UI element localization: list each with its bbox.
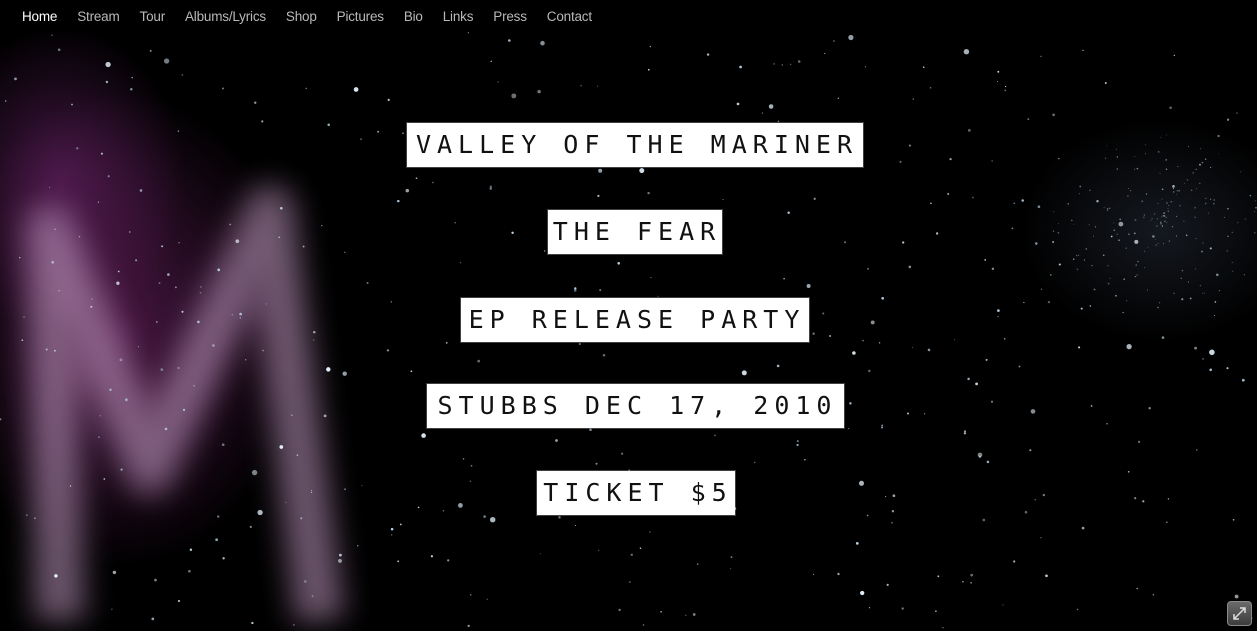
ticket-price-label: Ticket $5 (537, 471, 735, 515)
event-type-label: EP Release Party (461, 298, 809, 342)
event-banner: Valley of the Mariner The Fear EP Releas… (0, 0, 1257, 631)
main-nav: Home Stream Tour Albums/Lyrics Shop Pict… (0, 0, 1257, 32)
venue-date-label: Stubbs Dec 17, 2010 (427, 384, 844, 428)
nav-item-albums-lyrics[interactable]: Albums/Lyrics (175, 9, 276, 24)
nav-item-links[interactable]: Links (433, 9, 484, 24)
nav-item-home[interactable]: Home (12, 9, 67, 24)
expand-icon (1233, 607, 1246, 620)
nav-item-press[interactable]: Press (483, 9, 537, 24)
band-name-label: Valley of the Mariner (407, 123, 863, 167)
nav-item-contact[interactable]: Contact (537, 9, 602, 24)
nav-item-bio[interactable]: Bio (394, 9, 433, 24)
nav-item-pictures[interactable]: Pictures (327, 9, 394, 24)
nav-list: Home Stream Tour Albums/Lyrics Shop Pict… (0, 0, 1257, 32)
nav-item-stream[interactable]: Stream (67, 9, 129, 24)
fullscreen-button[interactable] (1227, 601, 1252, 626)
nav-item-tour[interactable]: Tour (130, 9, 175, 24)
ep-title-label: The Fear (548, 210, 722, 254)
nav-item-shop[interactable]: Shop (276, 9, 327, 24)
